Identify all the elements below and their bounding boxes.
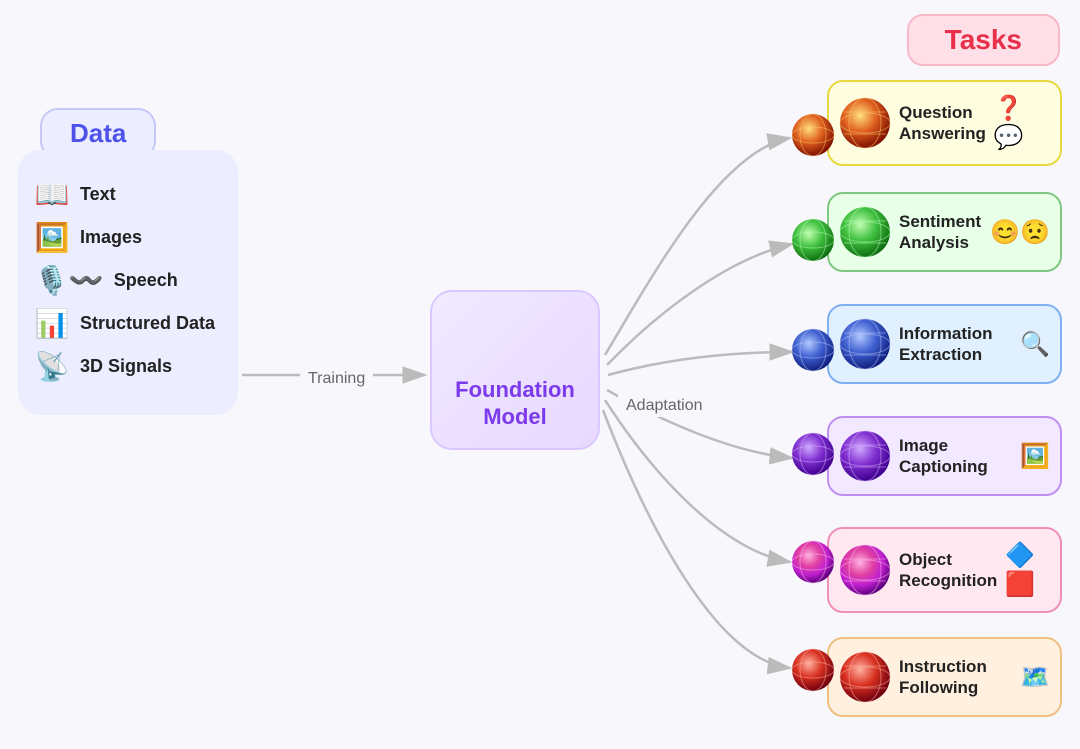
task-card-instruction-following: InstructionFollowing 🗺️ [827, 637, 1062, 717]
foundation-model-box: Foundation Model [430, 290, 600, 450]
task-card-sentiment: SentimentAnalysis 😊😟 [827, 192, 1062, 272]
tip-sphere-object-recognition [791, 540, 835, 584]
task-label-sentiment: SentimentAnalysis [899, 211, 982, 254]
object-recognition-icon: 🔷🟥 [1005, 541, 1050, 599]
structured-icon: 📊 [34, 307, 70, 340]
foundation-label-line2: Model [483, 404, 547, 429]
data-item-structured: 📊 Structured Data [34, 307, 222, 340]
data-panel: 📖 Text 🖼️ Images 🎙️〰️ Speech 📊 Structure… [18, 150, 238, 415]
data-label-signals: 3D Signals [80, 356, 172, 377]
data-item-images: 🖼️ Images [34, 221, 222, 254]
task-sphere-instruction-following [839, 651, 891, 703]
info-extraction-icon: 🔍 [1020, 330, 1050, 359]
data-label-speech: Speech [114, 270, 178, 291]
tip-sphere-image-captioning [791, 432, 835, 476]
tip-sphere-instruction-following [791, 648, 835, 692]
training-text: Training [308, 370, 365, 387]
task-sphere-info-extraction [839, 318, 891, 370]
foundation-label-line1: Foundation [455, 377, 575, 402]
task-sphere-qa [839, 97, 891, 149]
data-label-structured: Structured Data [80, 313, 215, 334]
task-card-qa: QuestionAnswering ❓💬 [827, 80, 1062, 166]
qa-icon: ❓💬 [994, 94, 1050, 152]
task-sphere-object-recognition [839, 544, 891, 596]
instruction-following-icon: 🗺️ [1020, 663, 1050, 692]
data-item-signals: 📡 3D Signals [34, 350, 222, 383]
tasks-title-text: Tasks [945, 24, 1022, 55]
data-item-text: 📖 Text [34, 178, 222, 211]
task-card-object-recognition: ObjectRecognition 🔷🟥 [827, 527, 1062, 613]
task-label-info-extraction: InformationExtraction [899, 323, 1012, 366]
data-label-text: Text [80, 184, 116, 205]
task-card-image-captioning: ImageCaptioning 🖼️ [827, 416, 1062, 496]
task-label-image-captioning: ImageCaptioning [899, 435, 1012, 478]
book-icon: 📖 [34, 178, 70, 211]
foundation-label: Foundation Model [455, 377, 575, 430]
data-title-text: Data [70, 118, 126, 148]
signals-icon: 📡 [34, 350, 70, 383]
image-captioning-icon: 🖼️ [1020, 442, 1050, 471]
tasks-title-badge: Tasks [907, 14, 1060, 66]
task-label-qa: QuestionAnswering [899, 102, 986, 145]
tip-sphere-info-extraction [791, 328, 835, 372]
speech-icon: 🎙️〰️ [34, 264, 104, 297]
task-label-object-recognition: ObjectRecognition [899, 549, 997, 592]
training-label: Training [300, 368, 373, 390]
task-card-info-extraction: InformationExtraction 🔍 [827, 304, 1062, 384]
sentiment-icon: 😊😟 [990, 218, 1050, 247]
data-label-images: Images [80, 227, 142, 248]
adaptation-text: Adaptation [626, 397, 703, 414]
task-sphere-image-captioning [839, 430, 891, 482]
adaptation-label: Adaptation [618, 395, 711, 417]
data-item-speech: 🎙️〰️ Speech [34, 264, 222, 297]
tip-sphere-sentiment [791, 218, 835, 262]
images-icon: 🖼️ [34, 221, 70, 254]
tip-sphere-qa [791, 113, 835, 157]
task-sphere-sentiment [839, 206, 891, 258]
task-label-instruction-following: InstructionFollowing [899, 656, 1012, 699]
